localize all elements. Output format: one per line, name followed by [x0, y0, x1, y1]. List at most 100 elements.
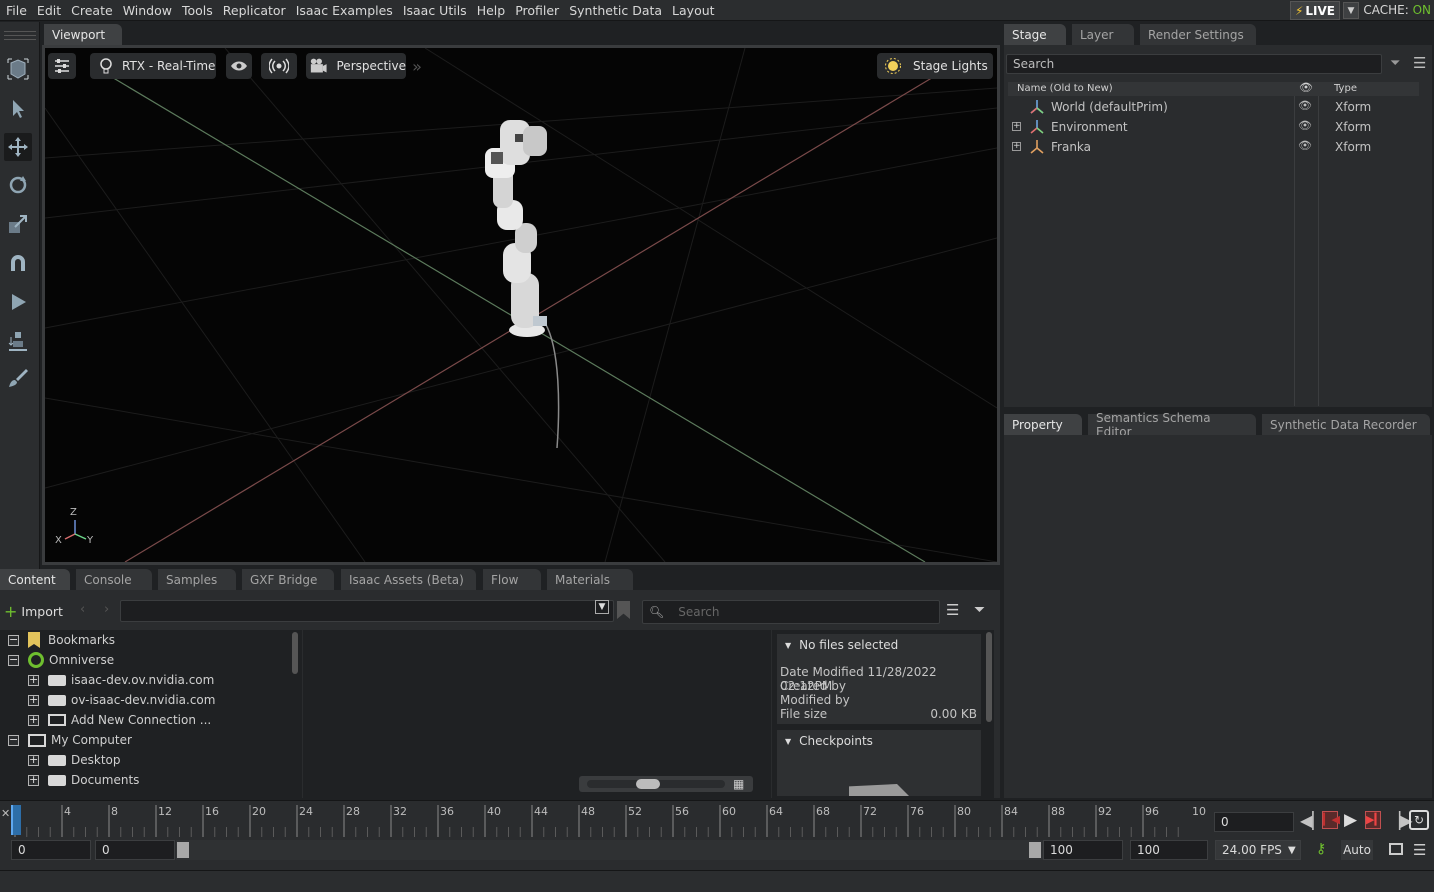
expand-icon[interactable]: +: [28, 754, 39, 766]
renderer-selector[interactable]: RTX - Real-Time: [90, 53, 216, 79]
menu-tools[interactable]: Tools: [177, 3, 218, 18]
range-start-field[interactable]: 0: [95, 840, 175, 860]
eye-icon[interactable]: 👁: [1298, 139, 1312, 152]
rewind-start-icon[interactable]: ▎◀: [1322, 811, 1340, 829]
file-details-header[interactable]: ▼ No files selected: [777, 634, 981, 656]
menu-edit[interactable]: Edit: [32, 3, 66, 18]
end-frame-field[interactable]: 100: [1130, 840, 1208, 860]
select-mode-button[interactable]: [4, 55, 32, 83]
playhead-marker[interactable]: [11, 805, 21, 835]
auto-key-button[interactable]: Auto: [1341, 840, 1373, 860]
hamburger-menu-icon[interactable]: ☰: [1413, 841, 1426, 859]
stage-row-environment[interactable]: + Environment 👁 Xform: [1008, 117, 1419, 137]
menu-isaac-utils[interactable]: Isaac Utils: [398, 3, 472, 18]
tree-item-server[interactable]: + ov-isaac-dev.nvidia.com: [28, 690, 215, 710]
content-search-input[interactable]: 🔍︎ Search: [642, 600, 940, 624]
menu-isaac-examples[interactable]: Isaac Examples: [291, 3, 398, 18]
step-back-icon[interactable]: ◀▏: [1300, 811, 1325, 830]
stage-row-world[interactable]: World (defaultPrim) 👁 Xform: [1008, 97, 1419, 117]
collapse-icon[interactable]: −: [8, 734, 19, 746]
scale-tool-button[interactable]: [4, 210, 32, 238]
tab-render-settings[interactable]: Render Settings: [1140, 24, 1256, 45]
viewport-canvas[interactable]: RTX - Real-Time Perspective » Stage Ligh…: [45, 48, 997, 562]
eye-icon[interactable]: 👁: [1298, 99, 1312, 112]
expand-icon[interactable]: +: [1012, 122, 1021, 131]
live-button[interactable]: ⚡ LIVE: [1290, 1, 1340, 20]
collapse-icon[interactable]: −: [8, 654, 19, 666]
tab-flow[interactable]: Flow: [483, 569, 541, 590]
menu-synthetic-data[interactable]: Synthetic Data: [564, 3, 667, 18]
physics-drop-button[interactable]: [4, 327, 32, 355]
play-button[interactable]: [4, 288, 32, 316]
start-frame-field[interactable]: 0: [11, 840, 91, 860]
import-button[interactable]: + Import: [4, 601, 63, 621]
tab-isaac-assets[interactable]: Isaac Assets (Beta): [341, 569, 476, 590]
menu-profiler[interactable]: Profiler: [510, 3, 564, 18]
stage-row-franka[interactable]: + Franka 👁 Xform: [1008, 137, 1419, 157]
range-start-handle[interactable]: [177, 842, 189, 858]
clapper-icon[interactable]: [1389, 843, 1403, 855]
tree-item-documents[interactable]: + Documents: [28, 770, 139, 790]
tab-viewport[interactable]: Viewport: [44, 24, 122, 45]
forward-arrow-icon[interactable]: ›: [104, 602, 109, 617]
collapse-icon[interactable]: −: [8, 634, 19, 646]
range-end-field[interactable]: 100: [1043, 840, 1123, 860]
rotate-tool-button[interactable]: [4, 171, 32, 199]
list-view-icon[interactable]: ☰: [946, 601, 959, 619]
camera-selector[interactable]: Perspective: [306, 53, 406, 79]
menu-create[interactable]: Create: [66, 3, 118, 18]
slider-handle[interactable]: [636, 779, 660, 789]
expand-icon[interactable]: +: [28, 714, 39, 726]
key-icon[interactable]: ⚷: [1316, 841, 1326, 857]
sensor-button[interactable]: [261, 53, 297, 79]
visibility-button[interactable]: [226, 53, 252, 79]
tab-stage[interactable]: Stage: [1004, 24, 1066, 45]
tab-layer[interactable]: Layer: [1072, 24, 1134, 45]
tab-property[interactable]: Property: [1004, 414, 1082, 435]
tab-gxf-bridge[interactable]: GXF Bridge: [242, 569, 334, 590]
path-dropdown-icon[interactable]: ▼: [595, 600, 609, 614]
filter-icon[interactable]: ⏷: [1390, 56, 1400, 71]
select-tool-button[interactable]: [4, 95, 32, 123]
checkpoints-header[interactable]: ▼ Checkpoints: [777, 730, 981, 752]
tab-semantics-schema-editor[interactable]: Semantics Schema Editor: [1088, 411, 1256, 439]
menu-window[interactable]: Window: [118, 3, 177, 18]
close-icon[interactable]: ✕: [1, 807, 10, 820]
path-input[interactable]: [120, 600, 614, 622]
expand-icon[interactable]: +: [28, 774, 39, 786]
play-icon[interactable]: ▶: [1344, 810, 1357, 830]
tab-synthetic-data-recorder[interactable]: Synthetic Data Recorder: [1262, 414, 1430, 435]
menu-replicator[interactable]: Replicator: [218, 3, 291, 18]
tree-item-omniverse[interactable]: − Omniverse: [8, 650, 114, 670]
range-slider-track[interactable]: [176, 840, 1044, 860]
current-frame-field[interactable]: 0: [1214, 812, 1294, 832]
timeline-ruler[interactable]: 4 8 12 16 20 24 28 32 36 40 44 48 52 56 60 64 68 72 76 80 84…: [10, 803, 1206, 839]
back-arrow-icon[interactable]: ‹: [80, 602, 85, 617]
filter-icon[interactable]: ⏷: [974, 602, 985, 618]
paint-tool-button[interactable]: [4, 364, 32, 392]
tree-item-bookmarks[interactable]: − Bookmarks: [8, 630, 115, 650]
fps-selector[interactable]: 24.00 FPS ▼: [1215, 840, 1301, 860]
tree-item-desktop[interactable]: + Desktop: [28, 750, 121, 770]
tree-item-my-computer[interactable]: − My Computer: [8, 730, 132, 750]
viewport-settings-button[interactable]: [48, 53, 76, 79]
viewport-toolbar-expand[interactable]: »: [410, 53, 424, 79]
expand-icon[interactable]: +: [28, 674, 39, 686]
column-type-header[interactable]: Type: [1334, 83, 1357, 94]
tab-console[interactable]: Console: [76, 569, 152, 590]
expand-icon[interactable]: +: [1012, 142, 1021, 151]
stage-lights-selector[interactable]: Stage Lights: [877, 53, 993, 79]
forward-end-icon[interactable]: ▶▎: [1365, 811, 1383, 829]
tree-scrollbar[interactable]: [292, 632, 298, 674]
thumbnail-size-slider[interactable]: ▦: [579, 776, 753, 792]
info-scrollbar[interactable]: [986, 632, 992, 722]
tab-samples[interactable]: Samples: [158, 569, 236, 590]
range-end-handle[interactable]: [1029, 842, 1041, 858]
tab-content[interactable]: Content: [0, 569, 70, 590]
loop-icon[interactable]: ↻: [1409, 810, 1429, 830]
file-grid[interactable]: ▦: [303, 630, 771, 798]
hamburger-menu-icon[interactable]: ☰: [1413, 54, 1426, 72]
stage-search-input[interactable]: Search: [1006, 54, 1382, 74]
snap-tool-button[interactable]: [4, 249, 32, 277]
menu-layout[interactable]: Layout: [667, 3, 720, 18]
